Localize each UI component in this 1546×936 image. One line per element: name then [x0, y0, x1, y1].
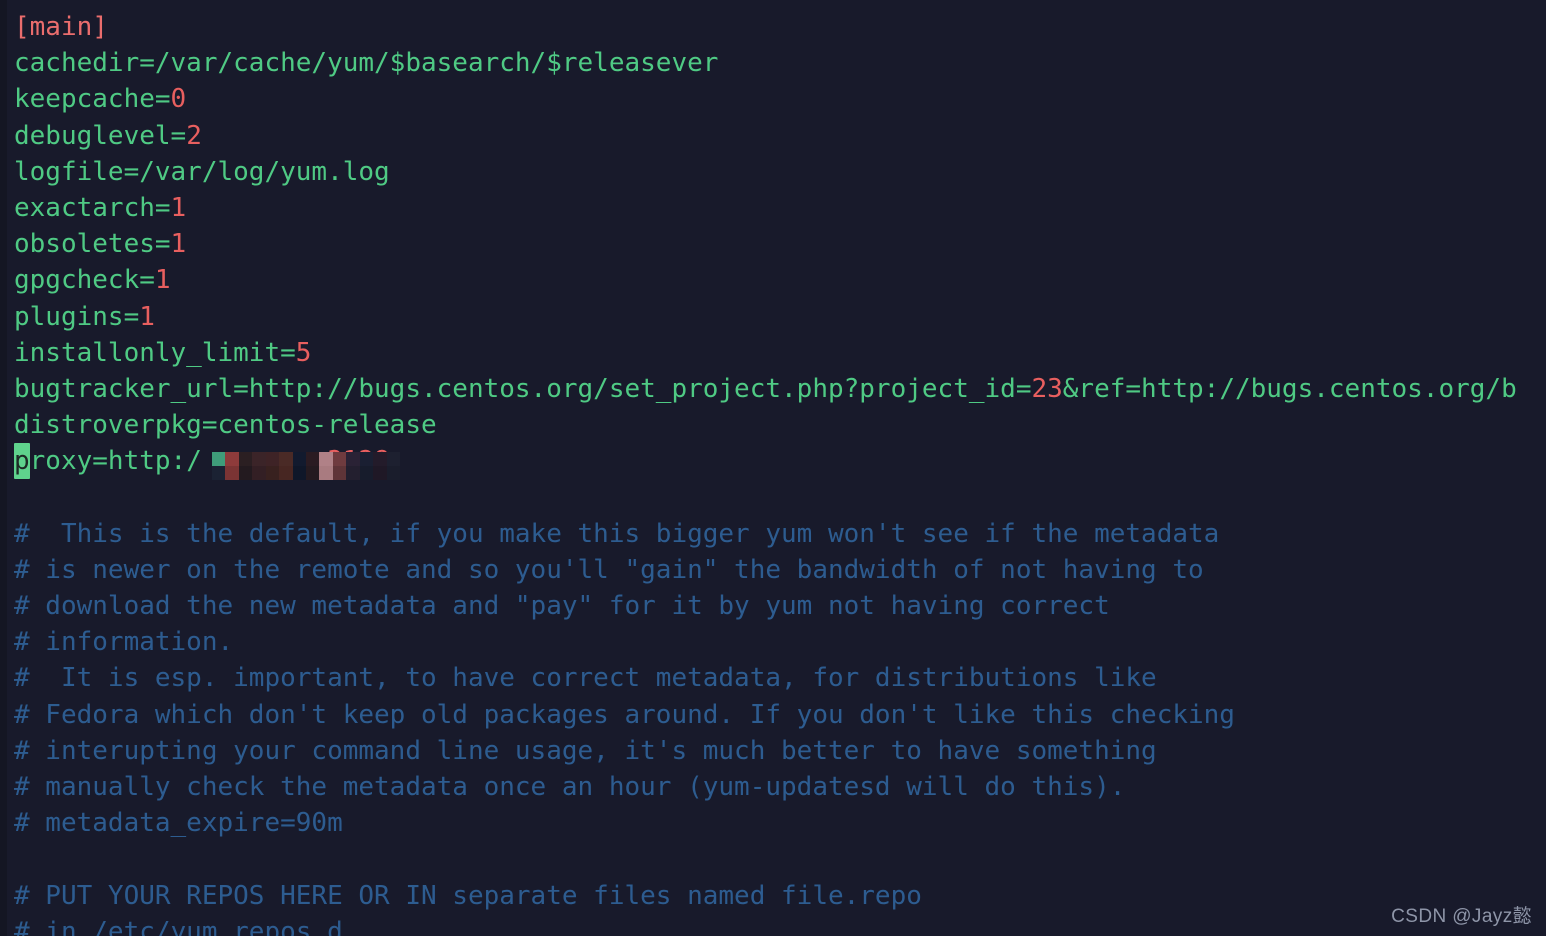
mosaic-tile: [346, 466, 360, 480]
config-comment-line[interactable]: # download the new metadata and "pay" fo…: [14, 588, 1546, 624]
mosaic-tile: [306, 452, 320, 466]
config-comment-line[interactable]: # manually check the metadata once an ho…: [14, 769, 1546, 805]
config-comment-line[interactable]: # in /etc/yum.repos.d: [14, 914, 1546, 936]
mosaic-tile: [332, 452, 347, 466]
redacted-proxy-host-mosaic: [212, 452, 400, 480]
config-comment-line[interactable]: # This is the default, if you make this …: [14, 516, 1546, 552]
config-comment-line[interactable]: # is newer on the remote and so you'll "…: [14, 552, 1546, 588]
config-comment-line[interactable]: # PUT YOUR REPOS HERE OR IN separate fil…: [14, 878, 1546, 914]
mosaic-tile: [386, 452, 400, 466]
mosaic-tile: [238, 466, 253, 480]
terminal-screen[interactable]: [main] cachedir=/var/cache/yum/$basearch/…: [0, 0, 1546, 936]
mosaic-tile: [332, 466, 347, 480]
config-key-value-line[interactable]: cachedir=/var/cache/yum/$basearch/$relea…: [14, 45, 1546, 81]
config-comment-line[interactable]: # It is esp. important, to have correct …: [14, 660, 1546, 696]
mosaic-tile: [265, 452, 280, 466]
mosaic-tile: [212, 466, 226, 480]
mosaic-tile: [292, 452, 306, 466]
config-key-value-line[interactable]: debuglevel=2: [14, 118, 1546, 154]
csdn-watermark: CSDN @Jayz懿: [1391, 906, 1532, 927]
config-key-value-line[interactable]: keepcache=0: [14, 81, 1546, 117]
config-key-value-line[interactable]: exactarch=1: [14, 190, 1546, 226]
mosaic-tile: [359, 452, 374, 466]
config-key-value-line[interactable]: logfile=/var/log/yum.log: [14, 154, 1546, 190]
mosaic-tile: [373, 452, 387, 466]
mosaic-tile: [279, 452, 293, 466]
mosaic-tile: [306, 466, 320, 480]
config-comment-line[interactable]: # metadata_expire=90m: [14, 805, 1546, 841]
config-comment-line[interactable]: # interupting your command line usage, i…: [14, 733, 1546, 769]
mosaic-tile: [252, 452, 266, 466]
left-gutter-strip: [0, 0, 7, 936]
mosaic-tile: [319, 452, 333, 466]
text-cursor: p: [14, 443, 30, 480]
mosaic-tile: [292, 466, 306, 480]
mosaic-tile: [386, 466, 400, 480]
config-key-value-line[interactable]: installonly_limit=5: [14, 335, 1546, 371]
config-section-header[interactable]: [main]: [14, 9, 1546, 45]
config-key-value-line[interactable]: distroverpkg=centos-release: [14, 407, 1546, 443]
config-key-value-line[interactable]: plugins=1: [14, 299, 1546, 335]
mosaic-tile: [225, 466, 239, 480]
mosaic-tile: [279, 466, 293, 480]
config-comment-line[interactable]: # information.: [14, 624, 1546, 660]
mosaic-tile: [212, 452, 226, 466]
mosaic-tile: [265, 466, 280, 480]
mosaic-tile: [252, 466, 266, 480]
mosaic-tile: [225, 452, 239, 466]
mosaic-tile: [319, 466, 333, 480]
mosaic-tile: [359, 466, 374, 480]
config-key-value-line[interactable]: gpgcheck=1: [14, 262, 1546, 298]
config-comment-line[interactable]: # Fedora which don't keep old packages a…: [14, 697, 1546, 733]
mosaic-tile: [373, 466, 387, 480]
config-key-value-line[interactable]: bugtracker_url=http://bugs.centos.org/se…: [14, 371, 1546, 407]
mosaic-tile: [346, 452, 360, 466]
config-key-value-line[interactable]: obsoletes=1: [14, 226, 1546, 262]
mosaic-tile: [238, 452, 253, 466]
